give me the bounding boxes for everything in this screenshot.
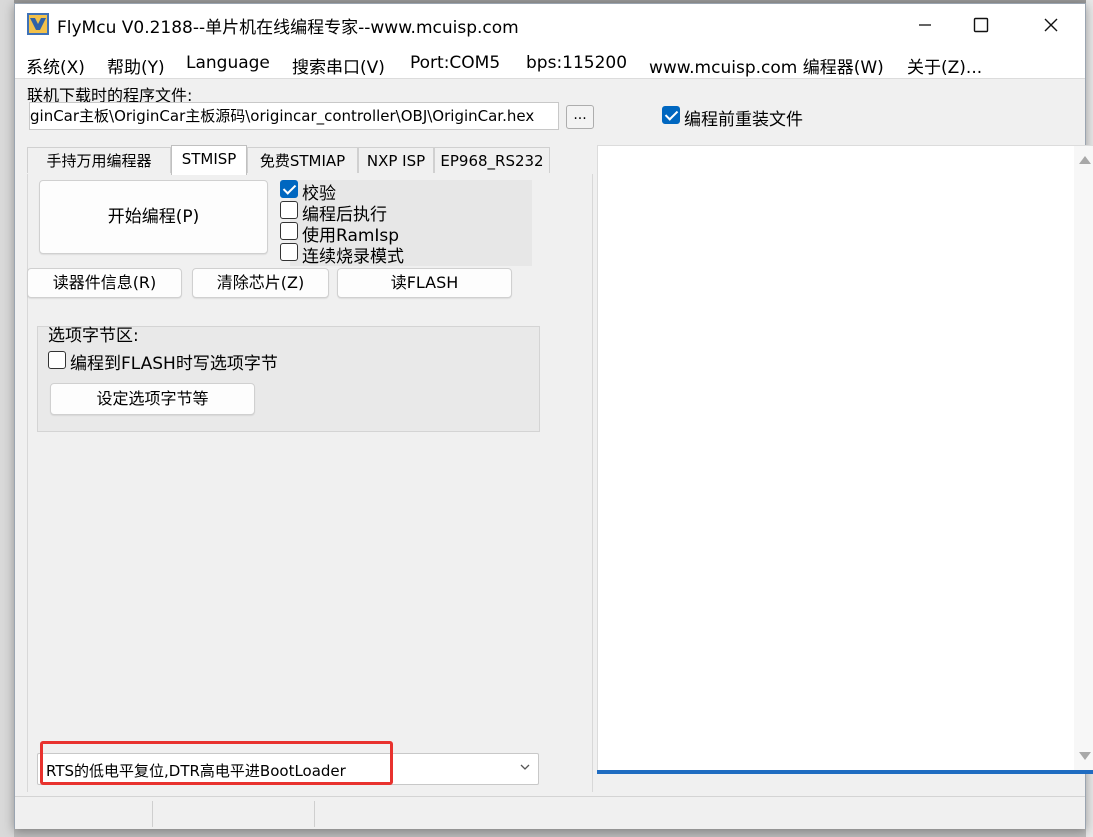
menu-system[interactable]: 系统(X) bbox=[26, 53, 85, 78]
use-ramisp-checkbox[interactable] bbox=[280, 222, 298, 240]
flymcu-window: FlyMcu V0.2188--单片机在线编程专家--www.mcuisp.co… bbox=[14, 3, 1093, 829]
chevron-down-icon bbox=[520, 764, 530, 770]
continuous-burn-checkbox[interactable] bbox=[280, 243, 298, 261]
progress-bar bbox=[597, 770, 1093, 774]
minimize-icon bbox=[919, 24, 931, 26]
status-bar bbox=[15, 796, 1085, 829]
menu-about[interactable]: 关于(Z)... bbox=[907, 53, 982, 78]
maximize-icon bbox=[973, 17, 989, 33]
status-separator bbox=[314, 801, 315, 827]
menu-bps[interactable]: bps:115200 bbox=[526, 53, 627, 73]
menu-programmer[interactable]: www.mcuisp.com 编程器(W) bbox=[649, 53, 884, 78]
run-after-program-checkbox[interactable] bbox=[280, 201, 298, 219]
set-option-bytes-button[interactable]: 设定选项字节等 bbox=[50, 383, 255, 415]
menu-search-port[interactable]: 搜索串口(V) bbox=[292, 53, 385, 78]
flymcu-app-icon bbox=[27, 13, 49, 35]
continuous-burn-label: 连续烧录模式 bbox=[302, 247, 404, 267]
option-bytes-title: 选项字节区: bbox=[48, 326, 139, 346]
tab-handheld-programmer[interactable]: 手持万用编程器 bbox=[27, 147, 171, 173]
menu-help[interactable]: 帮助(Y) bbox=[107, 53, 165, 78]
window-title: FlyMcu V0.2188--单片机在线编程专家--www.mcuisp.co… bbox=[57, 18, 519, 38]
reload-file-checkbox[interactable] bbox=[662, 106, 680, 124]
write-option-bytes-checkbox[interactable] bbox=[48, 351, 66, 369]
menu-bar: 系统(X) 帮助(Y) Language 搜索串口(V) Port:COM5 b… bbox=[15, 46, 1085, 79]
scroll-down-arrow-icon[interactable] bbox=[1079, 752, 1091, 760]
close-button[interactable] bbox=[1017, 4, 1085, 46]
output-scrollbar[interactable] bbox=[1074, 146, 1093, 770]
start-programming-button[interactable]: 开始编程(P) bbox=[39, 180, 268, 254]
scroll-up-arrow-icon[interactable] bbox=[1079, 156, 1091, 164]
title-bar[interactable]: FlyMcu V0.2188--单片机在线编程专家--www.mcuisp.co… bbox=[15, 4, 1085, 46]
verify-checkbox[interactable] bbox=[280, 180, 298, 198]
write-option-bytes-label: 编程到FLASH时写选项字节 bbox=[70, 354, 278, 374]
desktop-background-left bbox=[0, 0, 14, 837]
close-icon bbox=[1044, 18, 1058, 32]
progress-bar-fill bbox=[597, 770, 1093, 774]
menu-port[interactable]: Port:COM5 bbox=[410, 53, 500, 73]
tab-nxp-isp[interactable]: NXP ISP bbox=[358, 147, 434, 173]
tab-ep968-rs232[interactable]: EP968_RS232 bbox=[434, 147, 550, 173]
read-flash-button[interactable]: 读FLASH bbox=[337, 268, 512, 298]
annotation-highlight-box bbox=[40, 741, 393, 785]
erase-chip-button[interactable]: 清除芯片(Z) bbox=[192, 268, 329, 298]
reload-file-label: 编程前重装文件 bbox=[684, 110, 803, 130]
program-file-path-input[interactable]: ginCar主板\OriginCar主板源码\origincar_control… bbox=[29, 102, 559, 130]
tab-stmisp[interactable]: STMISP bbox=[171, 145, 247, 175]
maximize-button[interactable] bbox=[947, 4, 1015, 46]
status-separator bbox=[152, 801, 153, 827]
option-bytes-group: 选项字节区: 编程到FLASH时写选项字节 设定选项字节等 bbox=[37, 326, 540, 432]
read-device-info-button[interactable]: 读器件信息(R) bbox=[27, 268, 182, 298]
output-log-area[interactable] bbox=[597, 145, 1093, 771]
browse-file-button[interactable]: ... bbox=[566, 105, 594, 129]
tab-free-stmiap[interactable]: 免费STMIAP bbox=[247, 147, 358, 173]
program-file-path-text: ginCar主板\OriginCar主板源码\origincar_control… bbox=[30, 107, 535, 125]
menu-language[interactable]: Language bbox=[186, 53, 270, 73]
